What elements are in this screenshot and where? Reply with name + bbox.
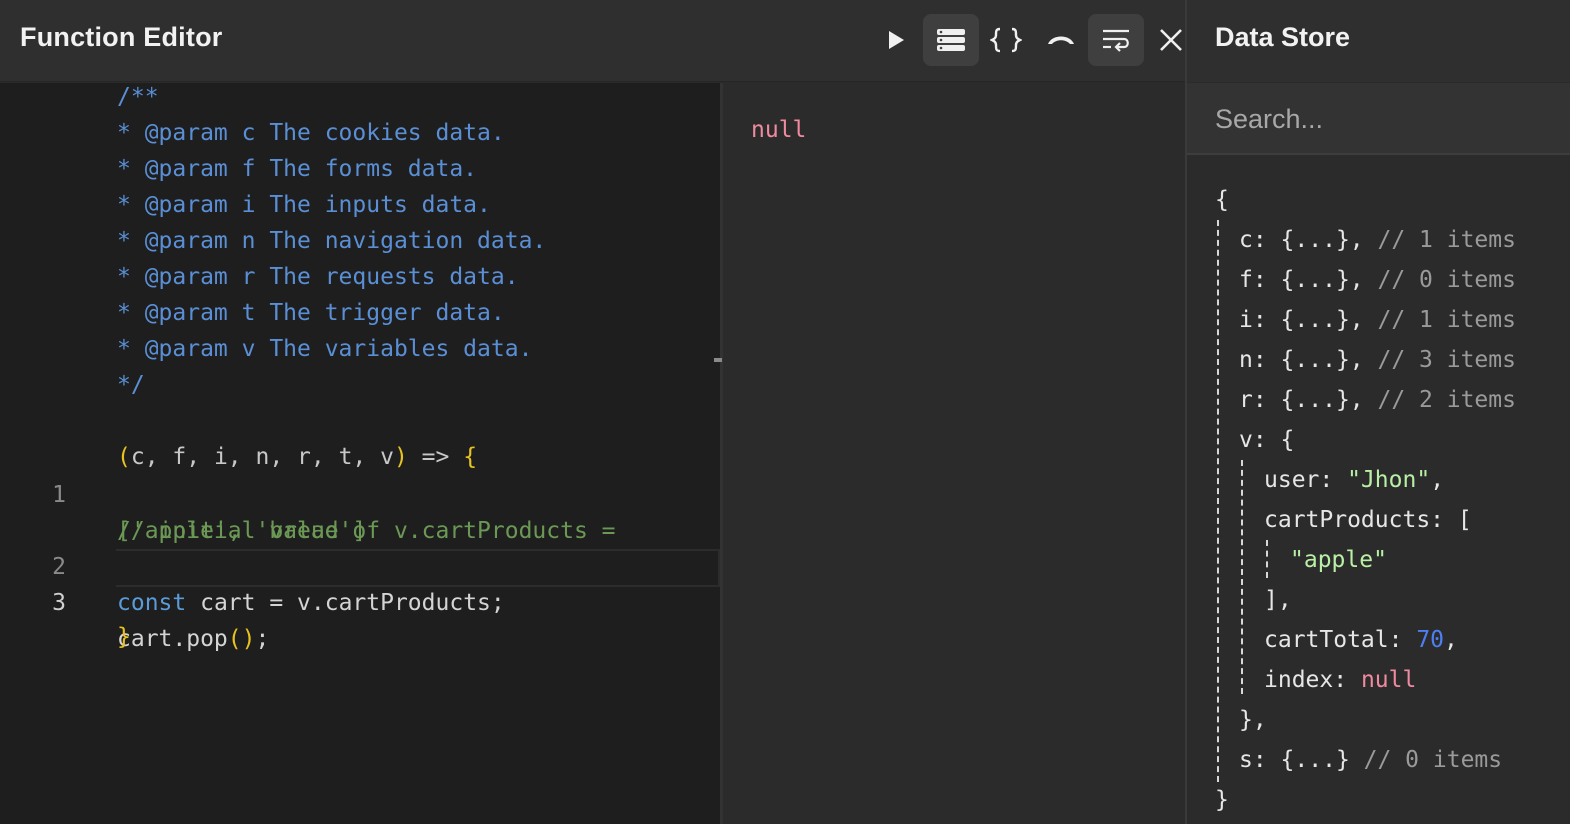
json-entry[interactable]: r: {...}, // 2 items [1239, 380, 1516, 420]
data-store-title: Data Store [1215, 22, 1351, 52]
wrap-icon [1103, 29, 1129, 52]
editor-header: Function Editor [0, 0, 1185, 82]
data-store-header: Data Store [1187, 0, 1570, 82]
play-icon [889, 31, 904, 49]
doc-line: */ [117, 372, 145, 398]
json-array-item: "apple" [1290, 547, 1387, 573]
doc-line: * @param i The inputs data. [117, 192, 491, 218]
doc-line: * @param n The navigation data. [117, 228, 547, 254]
json-entry-user: user: "Jhon", [1264, 467, 1445, 493]
json-entry[interactable]: n: {...}, // 3 items [1239, 340, 1516, 380]
code-editor[interactable]: /** * @param c The cookies data. * @para… [0, 83, 720, 824]
output-panel: null [723, 83, 1185, 824]
doc-line: /** [117, 84, 159, 110]
json-entry-v[interactable]: v: { [1239, 420, 1294, 460]
doc-line: * @param r The requests data. [117, 264, 519, 290]
tree-guide [1266, 540, 1268, 578]
json-entry-cart[interactable]: cartProducts: [ [1264, 500, 1472, 540]
closing-brace: } [117, 624, 131, 650]
data-store-panel: Data Store { c: {...}, // 1 items f: {..… [1185, 0, 1570, 824]
data-view-button[interactable] [923, 14, 979, 66]
code-line-2: 2 const cart = v.cartProducts; [52, 554, 505, 616]
search-box [1187, 83, 1570, 155]
json-entry[interactable]: c: {...}, // 1 items [1239, 220, 1516, 260]
doc-line: * @param c The cookies data. [117, 120, 505, 146]
json-entry-index: index: null [1264, 667, 1417, 693]
divider-handle[interactable] [714, 358, 722, 362]
list-icon [937, 29, 965, 51]
doc-line: * @param v The variables data. [117, 336, 533, 362]
run-button[interactable] [868, 14, 924, 66]
json-open-brace: { [1215, 187, 1229, 213]
json-entry[interactable]: i: {...}, // 1 items [1239, 300, 1516, 340]
collapse-button[interactable] [1033, 14, 1089, 66]
arch-icon [1048, 36, 1074, 44]
json-entry[interactable]: s: {...} // 0 items [1239, 740, 1502, 780]
search-input[interactable] [1215, 101, 1555, 137]
wrap-button[interactable] [1088, 14, 1144, 66]
close-icon [1160, 29, 1182, 51]
code-line-1-wrap: ['apple', 'bread'] [117, 518, 367, 544]
json-entry[interactable]: f: {...}, // 0 items [1239, 260, 1516, 300]
braces-icon [990, 27, 1022, 53]
code-line-1: 1 // initial value of v.cartProducts = [52, 482, 616, 544]
json-close-brace: } [1215, 787, 1229, 813]
output-value: null [751, 117, 807, 143]
tree-guide [1217, 220, 1219, 782]
code-line-3: 3 cart.pop(); [0, 549, 720, 652]
doc-line: * @param f The forms data. [117, 156, 478, 182]
json-array-close: ], [1264, 587, 1292, 613]
json-entry-total: cartTotal: 70, [1264, 627, 1458, 653]
page-title: Function Editor [20, 22, 223, 52]
json-object-close: }, [1239, 707, 1267, 733]
doc-line: * @param t The trigger data. [117, 300, 505, 326]
tree-guide [1241, 460, 1243, 694]
braces-button[interactable] [978, 14, 1034, 66]
function-signature: (c, f, i, n, r, t, v) => { [117, 444, 478, 470]
